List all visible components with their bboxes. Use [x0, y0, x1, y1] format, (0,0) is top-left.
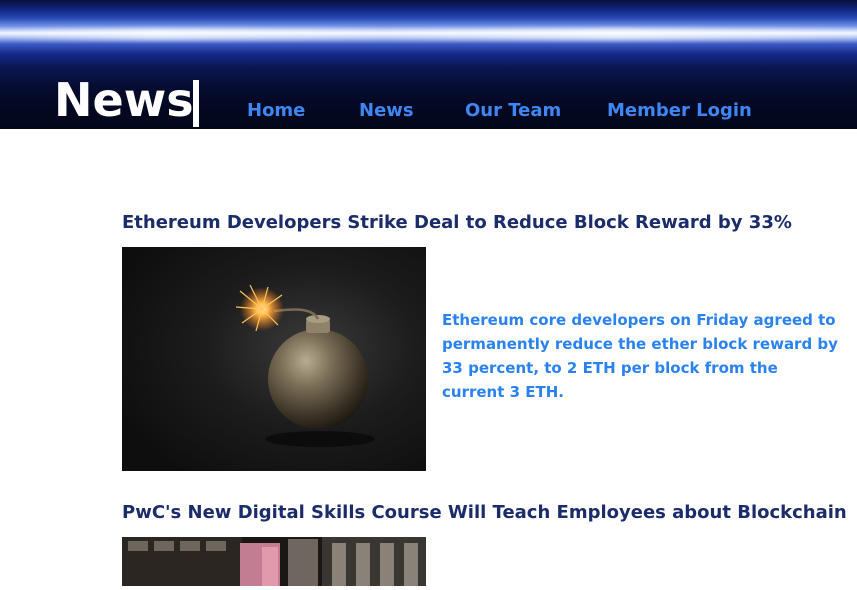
- brand-divider: [193, 80, 199, 127]
- article-summary: Ethereum core developers on Friday agree…: [442, 311, 838, 401]
- article-card: Ethereum Developers Strike Deal to Reduc…: [122, 210, 842, 472]
- nav-our-team-link[interactable]: Our Team: [465, 97, 561, 125]
- article-title[interactable]: Ethereum Developers Strike Deal to Reduc…: [122, 210, 792, 236]
- site-header: News Home News Our Team Member Login: [0, 0, 857, 129]
- nav-member-login-link[interactable]: Member Login: [607, 97, 752, 125]
- bomb-image[interactable]: [122, 247, 426, 471]
- nav-home-link[interactable]: Home: [247, 97, 305, 125]
- site-brand: News: [54, 73, 194, 127]
- article-title[interactable]: PwC's New Digital Skills Course Will Tea…: [122, 500, 847, 526]
- nav-news-link[interactable]: News: [359, 97, 414, 125]
- office-building-image[interactable]: [122, 537, 426, 586]
- article-card: PwC's New Digital Skills Course Will Tea…: [122, 500, 847, 586]
